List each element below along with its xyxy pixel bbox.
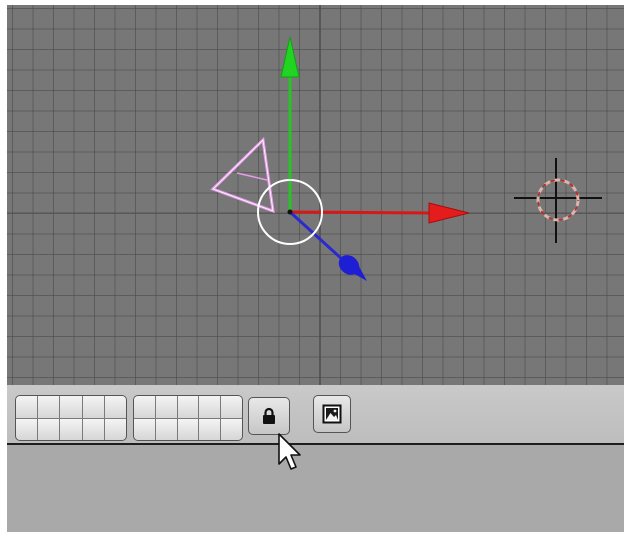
arrow-cursor-icon xyxy=(278,433,301,470)
layer-3-button[interactable] xyxy=(60,396,82,418)
3d-viewport[interactable]: 3D View xyxy=(7,5,624,385)
layer-buttons-group-2 xyxy=(133,395,243,441)
3d-cursor-icon xyxy=(514,158,602,243)
layer-6-button[interactable] xyxy=(134,396,155,418)
transform-manipulator-icon[interactable] xyxy=(257,36,470,281)
layer-14-button[interactable] xyxy=(82,418,104,440)
layer-8-button[interactable] xyxy=(177,396,199,418)
layer-19-button[interactable] xyxy=(199,418,221,440)
layer-12-button[interactable] xyxy=(38,418,60,440)
lock-icon xyxy=(263,407,275,424)
layer-15-button[interactable] xyxy=(104,418,126,440)
layer-10-button[interactable] xyxy=(221,396,242,418)
layer-9-button[interactable] xyxy=(199,396,221,418)
layer-row xyxy=(134,396,242,418)
viewport-scene xyxy=(7,5,624,385)
layer-5-button[interactable] xyxy=(104,396,126,418)
layer-20-button[interactable] xyxy=(221,418,242,440)
layer-1-button[interactable] xyxy=(16,396,38,418)
layer-row xyxy=(16,418,126,440)
layer-buttons-group-1 xyxy=(15,395,127,441)
layer-4-button[interactable] xyxy=(82,396,104,418)
lower-panel xyxy=(7,445,624,532)
lock-layers-button[interactable] xyxy=(248,397,290,435)
blender-window: 3D View xyxy=(7,5,624,532)
image-icon xyxy=(322,404,342,424)
layer-18-button[interactable] xyxy=(177,418,199,440)
3d-view-header xyxy=(7,385,624,445)
layer-row xyxy=(16,396,126,418)
layer-2-button[interactable] xyxy=(38,396,60,418)
layer-16-button[interactable] xyxy=(134,418,155,440)
camera-icon[interactable] xyxy=(210,136,275,214)
layer-17-button[interactable] xyxy=(155,418,177,440)
layer-11-button[interactable] xyxy=(16,418,38,440)
layer-13-button[interactable] xyxy=(60,418,82,440)
render-preview-button[interactable] xyxy=(313,395,351,433)
layer-7-button[interactable] xyxy=(155,396,177,418)
layer-row xyxy=(134,418,242,440)
